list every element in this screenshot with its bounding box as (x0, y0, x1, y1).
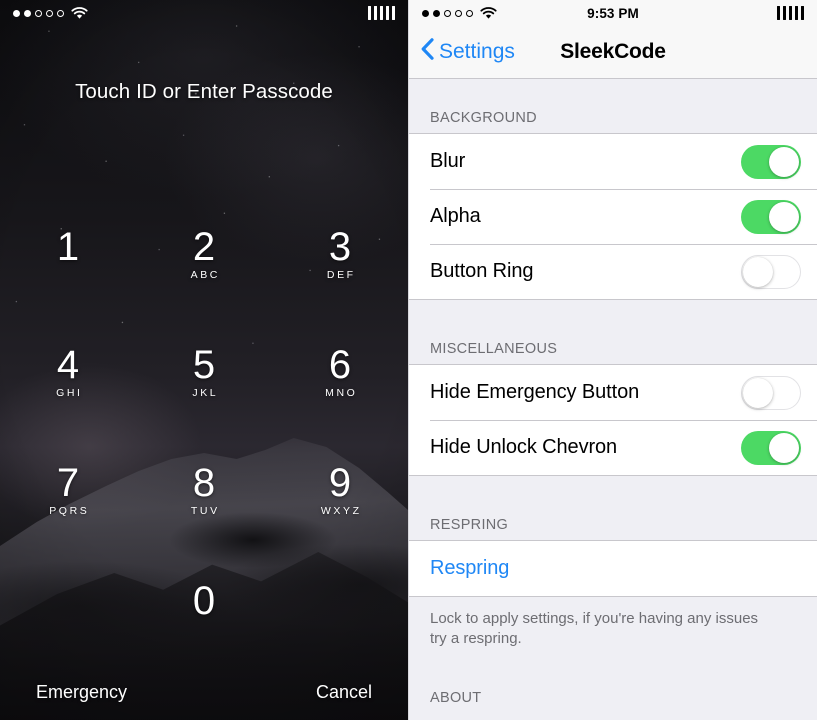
settings-group-respring: Respring (409, 540, 817, 597)
signal-dot-empty (444, 9, 451, 17)
back-button[interactable]: Settings (421, 38, 515, 66)
keypad-key-1[interactable]: 1 (0, 218, 136, 336)
signal-dot-empty (57, 9, 64, 17)
signal-dot-empty (455, 9, 462, 17)
row-label: Hide Emergency Button (430, 381, 640, 403)
chevron-left-icon (421, 38, 434, 66)
signal-strength-dots (422, 9, 473, 17)
keypad-spacer-left (0, 572, 136, 668)
keypad-key-9[interactable]: 9 WXYZ (272, 454, 408, 572)
keypad-letters: TUV (190, 505, 220, 517)
signal-dot-empty (466, 9, 473, 17)
keypad-key-0[interactable]: 0 (136, 572, 272, 668)
keypad-letters: ABC (190, 269, 220, 281)
keypad-letters: GHI (56, 387, 83, 399)
keypad-letters: JKL (192, 387, 219, 399)
keypad-digit: 1 (56, 225, 80, 269)
settings-row-hide-emergency-button[interactable]: Hide Emergency Button (409, 365, 817, 420)
keypad-letters: PQRS (49, 505, 90, 517)
keypad-digit: 7 (56, 461, 80, 505)
keypad-letters: WXYZ (320, 505, 362, 517)
toggle-knob (743, 256, 773, 287)
keypad-row-2: 4 GHI 5 JKL 6 MNO (0, 336, 408, 454)
settings-group-background: Blur Alpha Button Ring (409, 133, 817, 300)
passcode-prompt: Touch ID or Enter Passcode (75, 80, 333, 103)
toggle-button-ring[interactable] (741, 254, 801, 289)
toggle-knob (743, 377, 773, 408)
back-button-label: Settings (439, 40, 515, 63)
wifi-icon (480, 6, 497, 20)
keypad-letters: DEF (326, 269, 356, 281)
keypad-row-3: 7 PQRS 8 TUV 9 WXYZ (0, 454, 408, 572)
lockscreen-status-bar (0, 0, 408, 26)
signal-dot-filled (13, 9, 20, 17)
lock-screen: Touch ID or Enter Passcode 1 2 ABC 3 DEF (0, 0, 408, 720)
navigation-bar: Settings SleekCode (409, 26, 817, 79)
section-header-miscellaneous: MISCELLANEOUS (409, 300, 817, 364)
signal-dot-filled (422, 9, 429, 17)
section-header-background: BACKGROUND (409, 79, 817, 133)
keypad-digit: 6 (328, 343, 352, 387)
keypad-letters: MNO (325, 387, 358, 399)
signal-dot-empty (35, 9, 42, 17)
section-header-about: ABOUT (409, 649, 817, 713)
signal-strength-dots (13, 9, 64, 17)
settings-list[interactable]: BACKGROUND Blur Alpha Button Ring MISCEL… (409, 79, 817, 720)
keypad-key-8[interactable]: 8 TUV (136, 454, 272, 572)
row-label: Hide Unlock Chevron (430, 436, 618, 458)
settings-row-hide-unlock-chevron[interactable]: Hide Unlock Chevron (409, 420, 817, 475)
keypad-key-2[interactable]: 2 ABC (136, 218, 272, 336)
passcode-keypad: 1 2 ABC 3 DEF 4 GHI 5 JKL 6 MNO 7 PQRS 8… (0, 218, 408, 668)
keypad-digit: 8 (192, 461, 216, 505)
settings-row-button-ring[interactable]: Button Ring (409, 244, 817, 299)
settings-row-respring[interactable]: Respring (409, 541, 817, 596)
keypad-key-5[interactable]: 5 JKL (136, 336, 272, 454)
section-header-respring: RESPRING (409, 476, 817, 540)
battery-bars-icon (367, 6, 395, 20)
row-label: Button Ring (430, 260, 534, 282)
keypad-digit: 3 (328, 225, 352, 269)
keypad-key-3[interactable]: 3 DEF (272, 218, 408, 336)
settings-row-alpha[interactable]: Alpha (409, 189, 817, 244)
cancel-button[interactable]: Cancel (316, 682, 372, 703)
toggle-alpha[interactable] (741, 199, 801, 234)
lockscreen-bottom-bar: Emergency Cancel (0, 682, 408, 703)
row-label: Alpha (430, 205, 481, 227)
keypad-spacer-right (272, 572, 408, 668)
keypad-digit: 4 (56, 343, 80, 387)
settings-screen: 9:53 PM Settings SleekCode BACKGROUND Bl… (408, 0, 817, 720)
keypad-row-1: 1 2 ABC 3 DEF (0, 218, 408, 336)
keypad-key-6[interactable]: 6 MNO (272, 336, 408, 454)
toggle-knob (769, 146, 799, 177)
settings-row-blur[interactable]: Blur (409, 134, 817, 189)
toggle-knob (769, 201, 799, 232)
keypad-key-4[interactable]: 4 GHI (0, 336, 136, 454)
emergency-button[interactable]: Emergency (36, 682, 127, 703)
keypad-digit: 0 (192, 579, 216, 623)
wifi-icon (71, 6, 88, 20)
keypad-key-7[interactable]: 7 PQRS (0, 454, 136, 572)
keypad-row-4: 0 (0, 572, 408, 668)
signal-dot-filled (433, 9, 440, 17)
keypad-digit: 9 (328, 461, 352, 505)
toggle-knob (769, 432, 799, 463)
signal-dot-filled (24, 9, 31, 17)
respring-action-label: Respring (430, 557, 510, 579)
toggle-hide-unlock-chevron[interactable] (741, 430, 801, 465)
toggle-hide-emergency-button[interactable] (741, 375, 801, 410)
toggle-blur[interactable] (741, 144, 801, 179)
row-label: Blur (430, 150, 466, 172)
battery-bars-icon (776, 6, 804, 20)
keypad-digit: 5 (192, 343, 216, 387)
settings-group-miscellaneous: Hide Emergency Button Hide Unlock Chevro… (409, 364, 817, 476)
signal-dot-empty (46, 9, 53, 17)
settings-status-bar: 9:53 PM (409, 0, 817, 26)
respring-footnote: Lock to apply settings, if you're having… (409, 597, 784, 649)
keypad-digit: 2 (192, 225, 216, 269)
